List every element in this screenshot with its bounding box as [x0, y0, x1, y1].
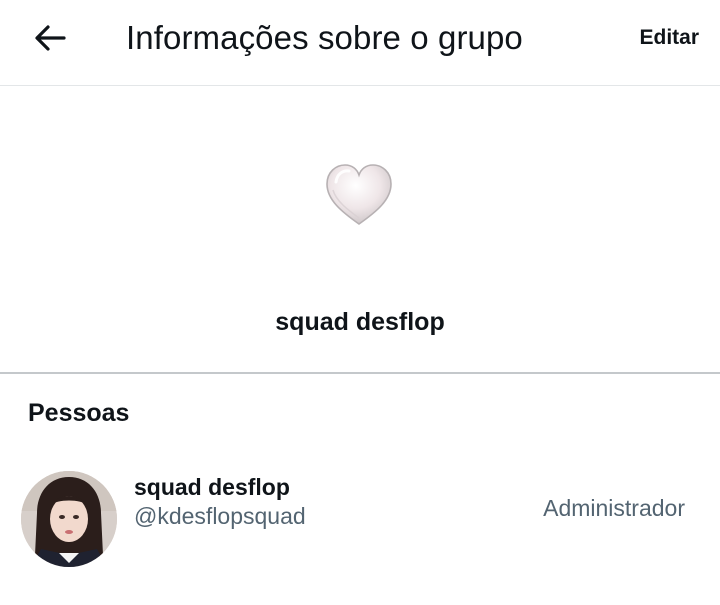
- group-name: squad desflop: [275, 308, 445, 336]
- section-divider: [0, 372, 720, 374]
- member-handle: @kdesflopsquad: [134, 503, 306, 529]
- heart-icon: [326, 164, 392, 225]
- top-bar: Informações sobre o grupo Editar: [0, 0, 720, 86]
- member-role-badge: Administrador: [543, 495, 685, 521]
- page-title: Informações sobre o grupo: [126, 19, 523, 56]
- avatar[interactable]: [21, 471, 117, 567]
- member-name: squad desflop: [134, 474, 290, 500]
- avatar-image: [21, 471, 117, 567]
- edit-button[interactable]: Editar: [639, 24, 699, 52]
- arrow-left-icon: [35, 25, 66, 51]
- back-button[interactable]: [28, 18, 72, 58]
- group-avatar[interactable]: [322, 160, 396, 230]
- people-section-title: Pessoas: [28, 399, 130, 427]
- member-row[interactable]: squad desflop @kdesflopsquad Administrad…: [0, 458, 720, 578]
